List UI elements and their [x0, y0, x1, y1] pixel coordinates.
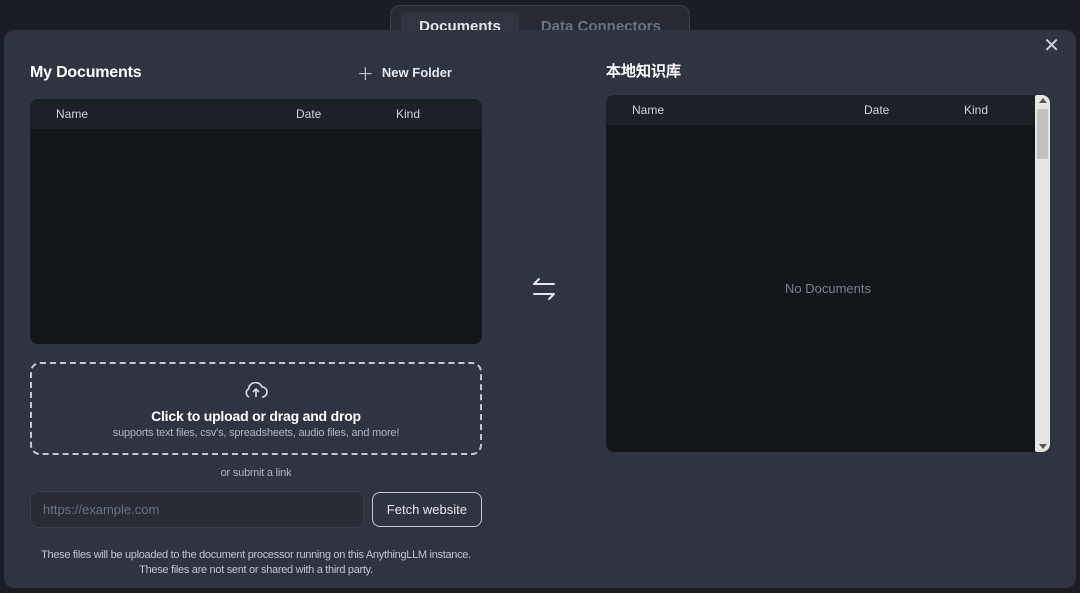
workspace-column-date[interactable]: Date	[864, 103, 964, 117]
close-button[interactable]: ✕	[1043, 36, 1060, 56]
my-documents-title: My Documents	[30, 64, 141, 82]
or-submit-link-label: or submit a link	[30, 467, 482, 479]
upload-dropzone[interactable]: Click to upload or drag and drop support…	[30, 362, 482, 455]
my-documents-panel: My Documents ＋ New Folder Name Date Kind	[30, 60, 482, 578]
new-folder-button[interactable]: ＋ New Folder	[357, 60, 452, 85]
cloud-upload-icon	[243, 382, 269, 402]
column-date[interactable]: Date	[296, 107, 396, 121]
scrollbar[interactable]	[1035, 95, 1050, 452]
url-input[interactable]	[30, 491, 364, 528]
workspace-documents-panel: 本地知识库 Name Date Kind No Documents	[606, 60, 1050, 578]
scrollbar-thumb[interactable]	[1037, 109, 1048, 159]
workspace-table-body: No Documents	[606, 125, 1050, 452]
column-name[interactable]: Name	[56, 107, 296, 121]
upload-subtitle: supports text files, csv's, spreadsheets…	[42, 427, 470, 439]
swap-arrows-icon[interactable]	[530, 275, 558, 303]
column-kind[interactable]: Kind	[396, 107, 456, 121]
workspace-table: Name Date Kind No Documents	[606, 95, 1050, 452]
workspace-column-name[interactable]: Name	[632, 103, 864, 117]
documents-modal: ✕ My Documents ＋ New Folder Name Date Ki…	[4, 30, 1076, 588]
workspace-table-header: Name Date Kind	[606, 95, 1050, 125]
fetch-website-button[interactable]: Fetch website	[372, 492, 482, 527]
upload-disclaimer: These files will be uploaded to the docu…	[30, 548, 482, 578]
new-folder-label: New Folder	[382, 65, 452, 80]
plus-icon: ＋	[357, 60, 374, 85]
my-documents-table: Name Date Kind	[30, 99, 482, 344]
upload-title: Click to upload or drag and drop	[42, 408, 470, 424]
transfer-controls	[482, 60, 606, 578]
table-body	[30, 129, 482, 344]
workspace-column-kind[interactable]: Kind	[964, 103, 1024, 117]
table-header: Name Date Kind	[30, 99, 482, 129]
workspace-title: 本地知识库	[606, 60, 1050, 81]
close-icon: ✕	[1043, 35, 1060, 57]
no-documents-label: No Documents	[785, 281, 871, 296]
